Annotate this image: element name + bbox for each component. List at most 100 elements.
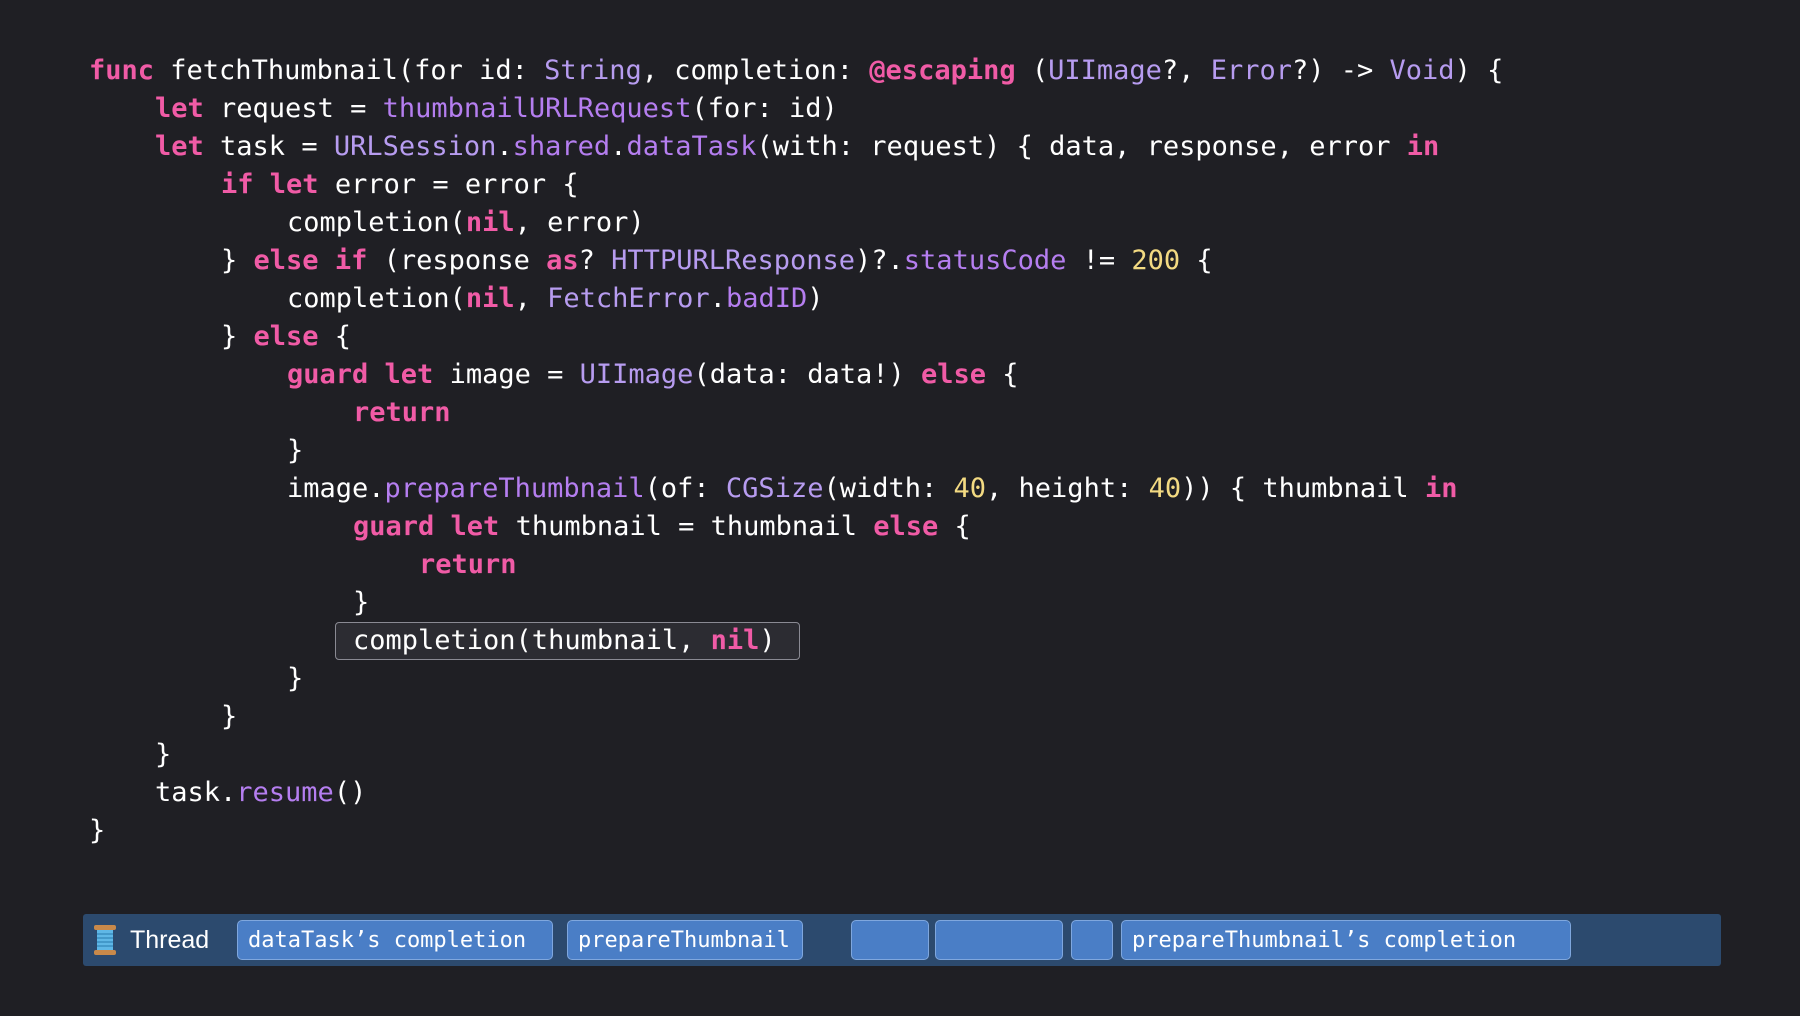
code-token: CGSize xyxy=(725,473,824,504)
code-token: , height: xyxy=(986,473,1149,504)
code-token: , error) xyxy=(514,207,645,238)
code-token: . xyxy=(496,131,513,162)
code-token: { xyxy=(986,359,1019,390)
code-token: let xyxy=(155,93,204,124)
code-token: { xyxy=(938,511,971,542)
code-line: func fetchThumbnail(for id: String, comp… xyxy=(89,52,1729,90)
code-line: let request = thumbnailURLRequest(for: i… xyxy=(89,90,1729,128)
spool-of-thread-icon xyxy=(94,925,116,955)
code-token: != xyxy=(1066,245,1132,276)
thread-segment[interactable]: dataTask’s completion xyxy=(237,920,553,960)
code-token: as xyxy=(546,245,579,276)
code-token: let xyxy=(450,511,500,542)
code-token: badID xyxy=(725,283,808,314)
code-token: ) xyxy=(807,283,824,314)
code-token: ?, xyxy=(1161,55,1211,86)
code-token: nil xyxy=(710,625,760,656)
code-token: let xyxy=(269,169,319,200)
thread-segment[interactable] xyxy=(935,920,1063,960)
code-token: thumbnailURLRequest xyxy=(382,93,692,124)
code-token: thumbnail = thumbnail xyxy=(499,511,874,542)
code-line: } xyxy=(89,812,1729,850)
code-token: error = error { xyxy=(318,169,579,200)
code-token: nil xyxy=(465,207,515,238)
code-token: func xyxy=(89,55,155,86)
code-line: } xyxy=(89,660,1729,698)
code-token: ( xyxy=(1015,55,1049,86)
code-token: (data: data!) xyxy=(693,359,922,390)
code-token: shared xyxy=(512,131,611,162)
code-token: ) xyxy=(759,625,776,656)
code-token: } xyxy=(353,587,370,618)
code-token: ? xyxy=(578,245,612,276)
code-line: } else { xyxy=(89,318,1729,356)
code-token: )?. xyxy=(855,245,904,276)
code-token: () xyxy=(333,777,367,808)
code-line: } xyxy=(89,584,1729,622)
thread-segment[interactable]: prepareThumbnail xyxy=(567,920,803,960)
code-token: } xyxy=(155,739,172,770)
code-token: if xyxy=(221,169,254,200)
code-token: , xyxy=(514,283,548,314)
code-token: completion(thumbnail, xyxy=(353,625,711,656)
code-token: else xyxy=(253,245,319,276)
code-line: task.resume() xyxy=(89,774,1729,812)
code-token: else xyxy=(921,359,987,390)
code-token: completion( xyxy=(287,283,466,314)
thread-segment[interactable] xyxy=(851,920,929,960)
code-token: @escaping xyxy=(869,55,1016,86)
code-line: completion(nil, error) xyxy=(89,204,1729,242)
code-token: , completion: xyxy=(641,55,870,86)
code-token: 200 xyxy=(1131,245,1181,276)
code-line: let task = URLSession.shared.dataTask(wi… xyxy=(89,128,1729,166)
code-line: image.prepareThumbnail(of: CGSize(width:… xyxy=(89,470,1729,508)
code-token: image = xyxy=(433,359,580,390)
code-line: } xyxy=(89,736,1729,774)
code-token: let xyxy=(384,359,434,390)
code-token: } xyxy=(221,321,254,352)
code-token: return xyxy=(353,397,451,428)
code-token: } xyxy=(221,701,238,732)
code-token: } xyxy=(287,435,304,466)
code-line-highlighted: completion(thumbnail, nil) xyxy=(89,622,1729,660)
code-token: (width: xyxy=(823,473,954,504)
code-token: in xyxy=(1424,473,1458,504)
code-line: guard let image = UIImage(data: data!) e… xyxy=(89,356,1729,394)
code-token: request = xyxy=(203,93,383,124)
code-token: return xyxy=(419,549,517,580)
code-token: Error xyxy=(1210,55,1292,86)
code-token: { xyxy=(1180,245,1213,276)
code-line: return xyxy=(89,394,1729,432)
code-token: String xyxy=(544,55,642,86)
code-token: )) { thumbnail xyxy=(1181,473,1425,504)
code-token: else xyxy=(873,511,939,542)
code-token: . xyxy=(610,131,627,162)
code-token: else xyxy=(253,321,319,352)
code-token: HTTPURLResponse xyxy=(611,245,856,276)
code-token: nil xyxy=(465,283,515,314)
thread-segment[interactable]: prepareThumbnail’s completion xyxy=(1121,920,1571,960)
code-token: guard xyxy=(287,359,369,390)
thread-bar: Thread dataTask’s completion prepareThumb… xyxy=(83,914,1721,966)
thread-segment[interactable] xyxy=(1071,920,1113,960)
code-token: Void xyxy=(1389,55,1455,86)
code-token: } xyxy=(287,663,304,694)
code-token: (response xyxy=(367,245,547,276)
code-token: . xyxy=(709,283,726,314)
code-token: dataTask xyxy=(626,131,757,162)
code-token: 40 xyxy=(1148,473,1182,504)
code-block: func fetchThumbnail(for id: String, comp… xyxy=(89,52,1729,850)
code-token: UIImage xyxy=(579,359,694,390)
code-token: { xyxy=(318,321,352,352)
code-token: task. xyxy=(155,777,237,808)
code-token: (for: id) xyxy=(691,93,838,124)
code-token: let xyxy=(155,131,204,162)
code-token: prepareThumbnail xyxy=(384,473,645,504)
code-token: task = xyxy=(203,131,334,162)
code-token: ?) -> xyxy=(1291,55,1390,86)
code-line: guard let thumbnail = thumbnail else { xyxy=(89,508,1729,546)
